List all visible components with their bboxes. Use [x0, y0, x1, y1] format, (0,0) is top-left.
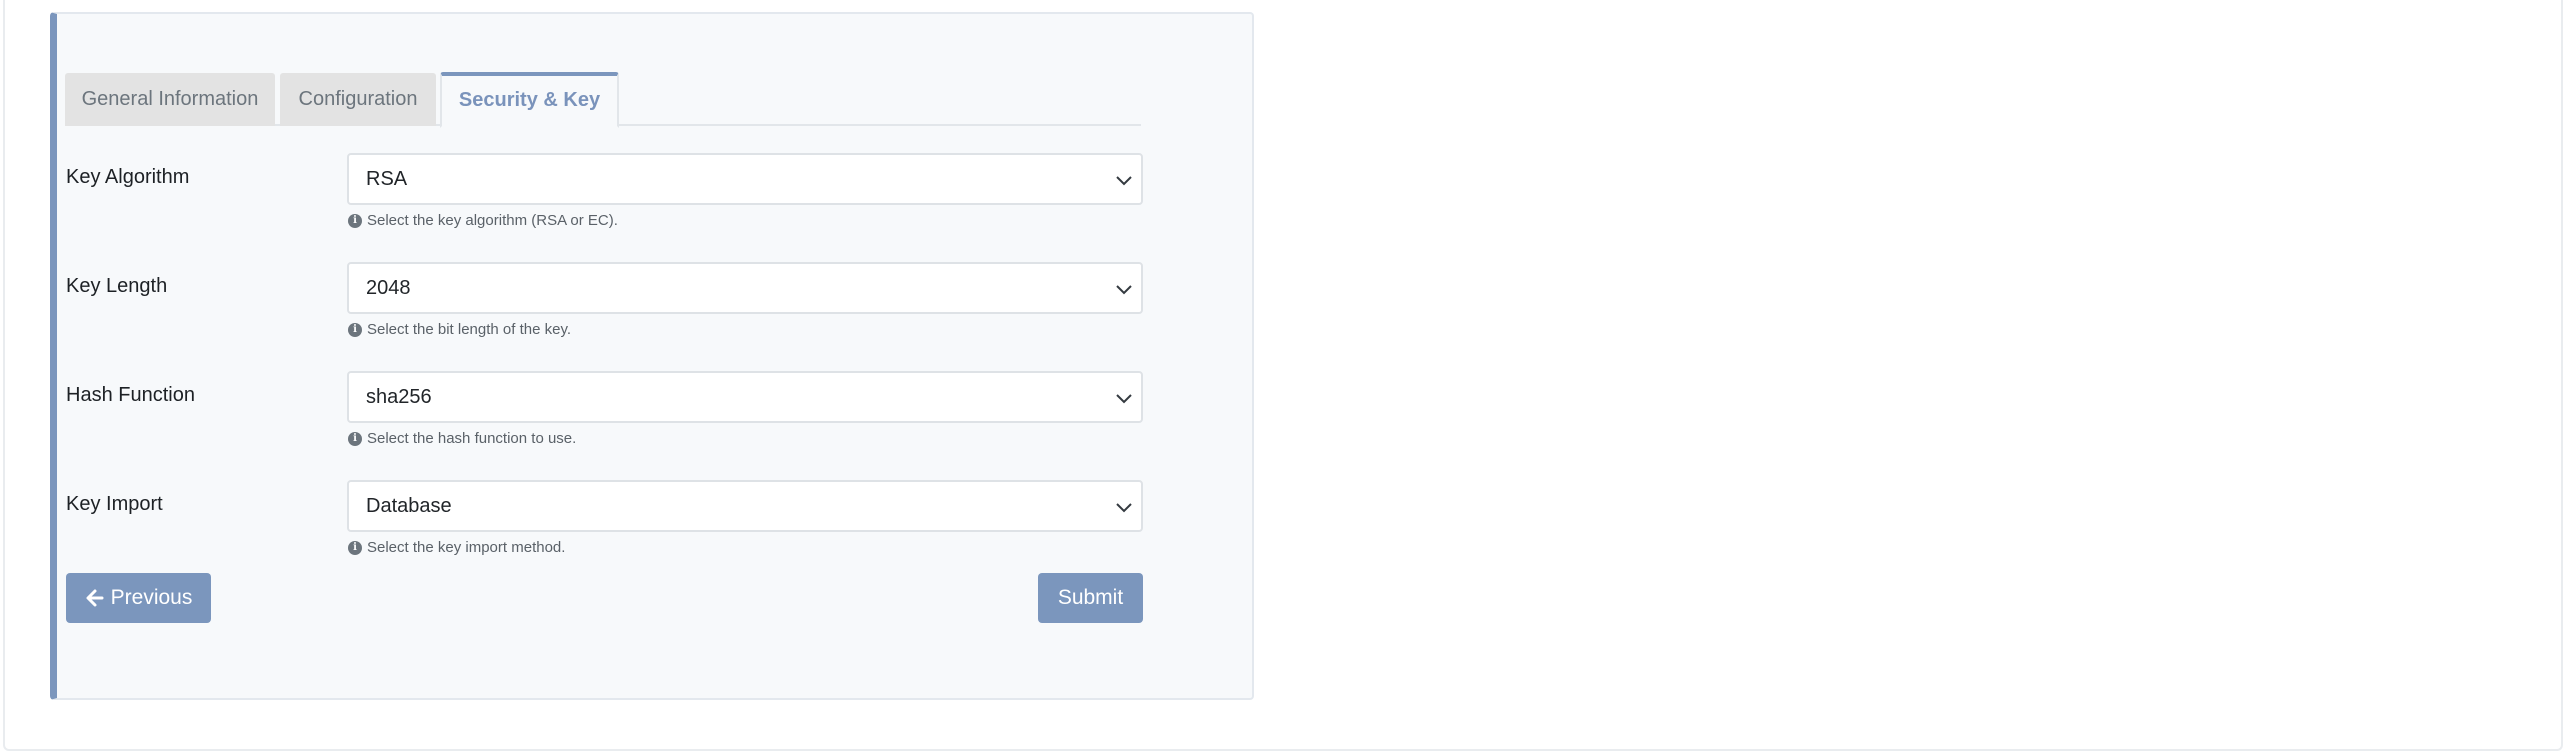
info-circle-icon: i: [348, 540, 362, 555]
tab-security-key[interactable]: Security & Key: [440, 72, 619, 128]
tab-general-information[interactable]: General Information: [65, 73, 275, 126]
hash-function-value: sha256: [366, 386, 432, 408]
hash-function-help-text: Select the hash function to use.: [367, 430, 577, 447]
key-import-help: i Select the key import method.: [348, 539, 565, 556]
tab-configuration[interactable]: Configuration: [280, 73, 436, 126]
chevron-down-icon: [1116, 394, 1132, 404]
key-algorithm-help-text: Select the key algorithm (RSA or EC).: [367, 212, 618, 229]
key-length-help: i Select the bit length of the key.: [348, 321, 571, 338]
submit-button[interactable]: Submit: [1038, 573, 1143, 623]
key-algorithm-help: i Select the key algorithm (RSA or EC).: [348, 212, 618, 229]
previous-button[interactable]: Previous: [66, 573, 211, 623]
chevron-down-icon: [1116, 285, 1132, 295]
key-algorithm-value: RSA: [366, 168, 408, 190]
key-import-select[interactable]: Database: [347, 480, 1143, 532]
info-circle-icon: i: [348, 322, 362, 337]
key-import-label: Key Import: [66, 493, 163, 515]
hash-function-select[interactable]: sha256: [347, 371, 1143, 423]
info-circle-icon: i: [348, 213, 362, 228]
key-import-value: Database: [366, 495, 452, 517]
key-algorithm-select[interactable]: RSA: [347, 153, 1143, 205]
hash-function-help: i Select the hash function to use.: [348, 430, 576, 447]
key-length-value: 2048: [366, 277, 411, 299]
chevron-down-icon: [1116, 176, 1132, 186]
previous-button-label: Previous: [110, 586, 193, 609]
key-algorithm-label: Key Algorithm: [66, 166, 190, 188]
info-circle-icon: i: [348, 431, 362, 446]
key-length-label: Key Length: [66, 275, 168, 297]
tab-bar: General Information Configuration Securi…: [65, 60, 1141, 128]
key-length-select[interactable]: 2048: [347, 262, 1143, 314]
key-length-help-text: Select the bit length of the key.: [367, 321, 572, 338]
chevron-down-icon: [1116, 503, 1132, 513]
arrow-left-icon: [86, 589, 104, 607]
key-import-help-text: Select the key import method.: [367, 539, 566, 556]
hash-function-label: Hash Function: [66, 384, 195, 406]
submit-button-label: Submit: [1057, 586, 1124, 609]
